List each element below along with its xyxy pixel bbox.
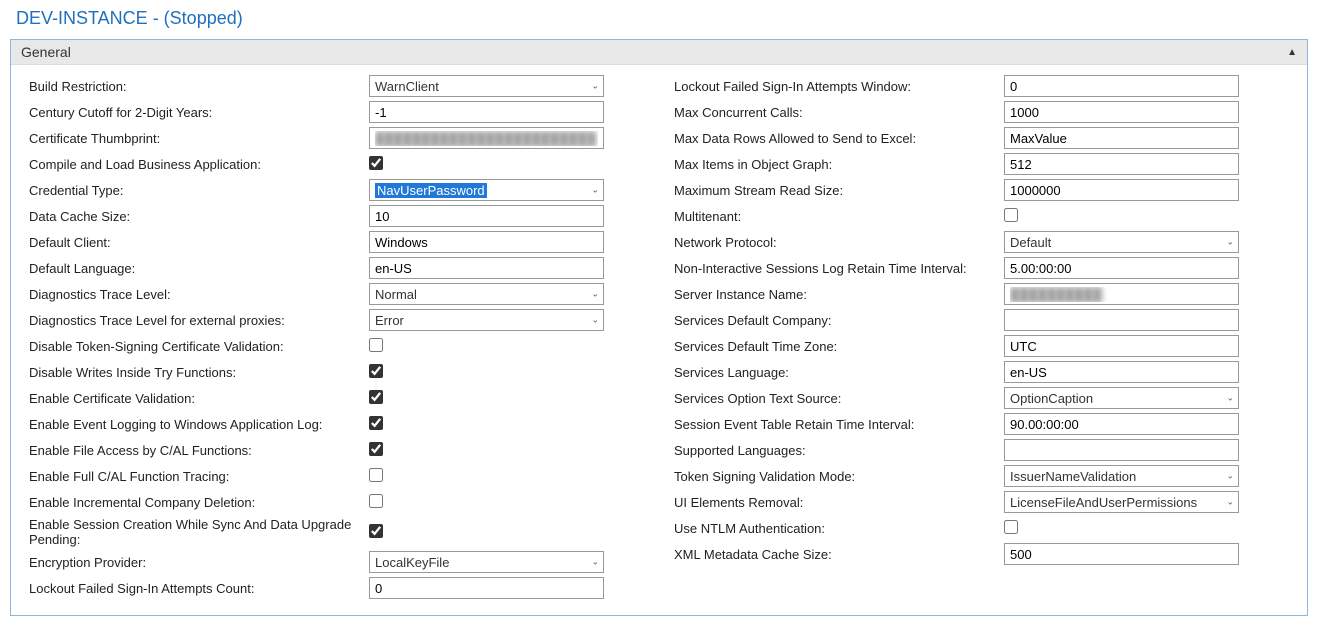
checkbox-enable-incremental[interactable] <box>369 494 383 508</box>
input-max-stream[interactable] <box>1004 179 1239 201</box>
label-services-timezone: Services Default Time Zone: <box>664 339 1004 354</box>
input-services-language[interactable] <box>1004 361 1239 383</box>
label-enable-event-logging: Enable Event Logging to Windows Applicat… <box>19 417 369 432</box>
label-enable-full-tracing: Enable Full C/AL Function Tracing: <box>19 469 369 484</box>
input-default-client[interactable] <box>369 231 604 253</box>
label-diag-trace: Diagnostics Trace Level: <box>19 287 369 302</box>
checkbox-compile-load[interactable] <box>369 156 383 170</box>
input-default-language[interactable] <box>369 257 604 279</box>
input-max-data-rows[interactable] <box>1004 127 1239 149</box>
input-data-cache-size[interactable] <box>369 205 604 227</box>
label-cert-thumbprint: Certificate Thumbprint: <box>19 131 369 146</box>
input-lockout-window[interactable] <box>1004 75 1239 97</box>
checkbox-use-ntlm[interactable] <box>1004 520 1018 534</box>
label-enable-session-creation: Enable Session Creation While Sync And D… <box>19 517 369 547</box>
label-credential-type: Credential Type: <box>19 183 369 198</box>
label-default-language: Default Language: <box>19 261 369 276</box>
input-services-company[interactable] <box>1004 309 1239 331</box>
label-max-items: Max Items in Object Graph: <box>664 157 1004 172</box>
right-column: Lockout Failed Sign-In Attempts Window: … <box>664 75 1299 603</box>
input-session-event-retain[interactable] <box>1004 413 1239 435</box>
input-server-instance[interactable] <box>1004 283 1239 305</box>
label-services-option-text: Services Option Text Source: <box>664 391 1004 406</box>
label-use-ntlm: Use NTLM Authentication: <box>664 521 1004 536</box>
checkbox-disable-token-signing[interactable] <box>369 338 383 352</box>
label-server-instance: Server Instance Name: <box>664 287 1004 302</box>
input-xml-metadata-cache[interactable] <box>1004 543 1239 565</box>
chevron-down-icon: ⌄ <box>591 289 599 300</box>
chevron-down-icon: ⌄ <box>1226 497 1234 508</box>
label-max-stream: Maximum Stream Read Size: <box>664 183 1004 198</box>
chevron-down-icon: ⌄ <box>1226 237 1234 248</box>
label-ui-elements-removal: UI Elements Removal: <box>664 495 1004 510</box>
input-non-interactive[interactable] <box>1004 257 1239 279</box>
select-token-signing-mode[interactable]: IssuerNameValidation ⌄ <box>1004 465 1239 487</box>
checkbox-enable-file-access[interactable] <box>369 442 383 456</box>
select-ui-elements-removal[interactable]: LicenseFileAndUserPermissions ⌄ <box>1004 491 1239 513</box>
label-services-company: Services Default Company: <box>664 313 1004 328</box>
section-title: General <box>21 44 71 60</box>
select-network-protocol[interactable]: Default ⌄ <box>1004 231 1239 253</box>
input-century-cutoff[interactable] <box>369 101 604 123</box>
label-enable-incremental: Enable Incremental Company Deletion: <box>19 495 369 510</box>
label-disable-token-signing: Disable Token-Signing Certificate Valida… <box>19 339 369 354</box>
select-encryption-provider[interactable]: LocalKeyFile ⌄ <box>369 551 604 573</box>
form-body: Build Restriction: WarnClient ⌄ Century … <box>11 65 1307 615</box>
label-max-concurrent: Max Concurrent Calls: <box>664 105 1004 120</box>
label-token-signing-mode: Token Signing Validation Mode: <box>664 469 1004 484</box>
label-xml-metadata-cache: XML Metadata Cache Size: <box>664 547 1004 562</box>
select-services-option-text[interactable]: OptionCaption ⌄ <box>1004 387 1239 409</box>
label-enable-cert-validation: Enable Certificate Validation: <box>19 391 369 406</box>
chevron-down-icon: ⌄ <box>591 185 599 196</box>
checkbox-multitenant[interactable] <box>1004 208 1018 222</box>
checkbox-enable-session-creation[interactable] <box>369 524 383 538</box>
label-network-protocol: Network Protocol: <box>664 235 1004 250</box>
label-century-cutoff: Century Cutoff for 2-Digit Years: <box>19 105 369 120</box>
collapse-icon[interactable]: ▲ <box>1287 47 1297 58</box>
checkbox-enable-full-tracing[interactable] <box>369 468 383 482</box>
select-diag-trace-ext[interactable]: Error ⌄ <box>369 309 604 331</box>
label-supported-languages: Supported Languages: <box>664 443 1004 458</box>
select-credential-type[interactable]: NavUserPassword ⌄ <box>369 179 604 201</box>
label-encryption-provider: Encryption Provider: <box>19 555 369 570</box>
input-cert-thumbprint[interactable] <box>369 127 604 149</box>
select-diag-trace[interactable]: Normal ⌄ <box>369 283 604 305</box>
chevron-down-icon: ⌄ <box>1226 471 1234 482</box>
left-column: Build Restriction: WarnClient ⌄ Century … <box>19 75 654 603</box>
checkbox-enable-cert-validation[interactable] <box>369 390 383 404</box>
chevron-down-icon: ⌄ <box>1226 393 1234 404</box>
general-panel: General ▲ Build Restriction: WarnClient … <box>10 39 1308 616</box>
input-lockout-count[interactable] <box>369 577 604 599</box>
label-lockout-count: Lockout Failed Sign-In Attempts Count: <box>19 581 369 596</box>
checkbox-enable-event-logging[interactable] <box>369 416 383 430</box>
label-multitenant: Multitenant: <box>664 209 1004 224</box>
checkbox-disable-writes-try[interactable] <box>369 364 383 378</box>
label-lockout-window: Lockout Failed Sign-In Attempts Window: <box>664 79 1004 94</box>
input-max-items[interactable] <box>1004 153 1239 175</box>
chevron-down-icon: ⌄ <box>591 557 599 568</box>
label-services-language: Services Language: <box>664 365 1004 380</box>
label-data-cache-size: Data Cache Size: <box>19 209 369 224</box>
label-session-event-retain: Session Event Table Retain Time Interval… <box>664 417 1004 432</box>
select-build-restriction[interactable]: WarnClient ⌄ <box>369 75 604 97</box>
label-compile-load: Compile and Load Business Application: <box>19 157 369 172</box>
section-header[interactable]: General ▲ <box>11 40 1307 65</box>
label-max-data-rows: Max Data Rows Allowed to Send to Excel: <box>664 131 1004 146</box>
label-enable-file-access: Enable File Access by C/AL Functions: <box>19 443 369 458</box>
input-supported-languages[interactable] <box>1004 439 1239 461</box>
label-default-client: Default Client: <box>19 235 369 250</box>
chevron-down-icon: ⌄ <box>591 81 599 92</box>
label-non-interactive: Non-Interactive Sessions Log Retain Time… <box>664 261 1004 276</box>
chevron-down-icon: ⌄ <box>591 315 599 326</box>
label-disable-writes-try: Disable Writes Inside Try Functions: <box>19 365 369 380</box>
input-max-concurrent[interactable] <box>1004 101 1239 123</box>
label-diag-trace-ext: Diagnostics Trace Level for external pro… <box>19 313 369 328</box>
page-title: DEV-INSTANCE - (Stopped) <box>10 5 1308 39</box>
input-services-timezone[interactable] <box>1004 335 1239 357</box>
label-build-restriction: Build Restriction: <box>19 79 369 94</box>
